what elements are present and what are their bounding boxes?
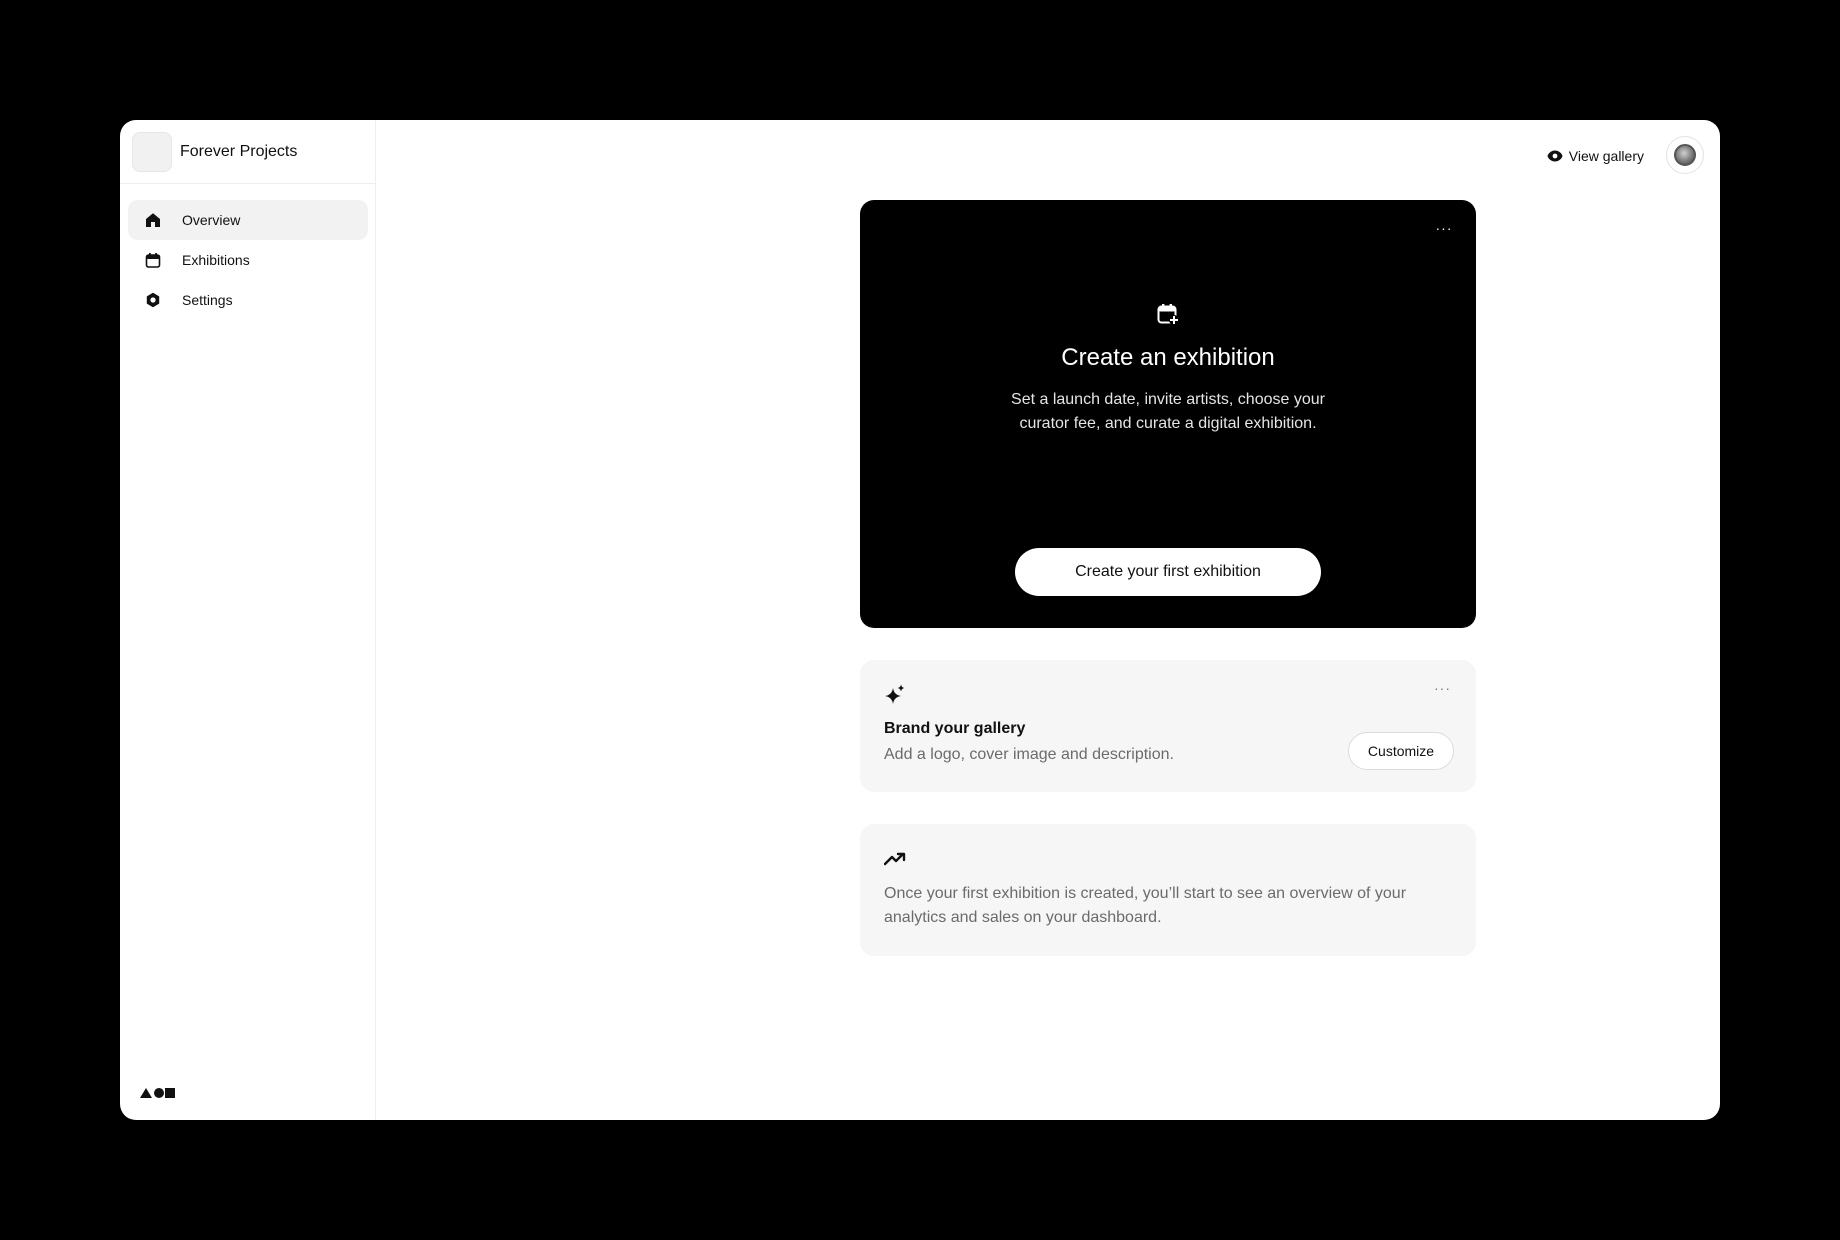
gallery-name: Forever Projects — [180, 143, 298, 160]
brand-card-title: Brand your gallery — [884, 720, 1026, 737]
sidebar-nav: Overview Exhibitions Settings — [128, 200, 368, 320]
hero-title: Create an exhibition — [1061, 344, 1275, 371]
main-content: View gallery ··· Create an exhibition Se… — [377, 120, 1720, 1120]
eye-icon — [1547, 150, 1563, 162]
analytics-description: Once your first exhibition is created, y… — [884, 885, 1407, 926]
gallery-logo-placeholder — [132, 132, 172, 172]
sidebar-item-settings[interactable]: Settings — [128, 280, 368, 320]
sidebar-divider — [120, 183, 376, 184]
home-icon — [144, 211, 162, 229]
sidebar-item-exhibitions[interactable]: Exhibitions — [128, 240, 368, 280]
brand-card-description: Add a logo, cover image and description. — [884, 746, 1174, 763]
analytics-card: Once your first exhibition is created, y… — [860, 824, 1476, 956]
view-gallery-label: View gallery — [1568, 148, 1644, 164]
shapes-logo-icon — [140, 1086, 180, 1100]
create-first-exhibition-button[interactable]: Create your first exhibition — [1015, 548, 1321, 596]
trending-up-icon — [883, 848, 906, 870]
sidebar-item-label: Exhibitions — [182, 252, 250, 268]
calendar-icon — [144, 251, 162, 269]
brand-gallery-card: ··· Brand your gallery Add a logo, cover… — [860, 660, 1476, 792]
sidebar-item-label: Overview — [182, 212, 241, 228]
sidebar-item-overview[interactable]: Overview — [128, 200, 368, 240]
sidebar-item-label: Settings — [182, 292, 233, 308]
hero-description: Set a launch date, invite artists, choos… — [1011, 391, 1325, 432]
view-gallery-link[interactable]: View gallery — [1547, 144, 1644, 168]
sidebar: Forever Projects Overview Exhibitions Se… — [120, 120, 376, 1120]
calendar-add-icon — [1156, 302, 1180, 326]
sparkles-icon — [884, 684, 906, 706]
more-options-button[interactable]: ··· — [1434, 218, 1454, 238]
settings-icon — [144, 291, 162, 309]
customize-button[interactable]: Customize — [1348, 732, 1454, 770]
brand-header[interactable]: Forever Projects — [132, 132, 297, 172]
avatar[interactable] — [1666, 136, 1704, 174]
create-exhibition-card: ··· Create an exhibition Set a launch da… — [860, 200, 1476, 628]
avatar-image — [1674, 144, 1696, 166]
app-window: Forever Projects Overview Exhibitions Se… — [120, 120, 1720, 1120]
more-options-button[interactable]: ··· — [1434, 678, 1454, 698]
